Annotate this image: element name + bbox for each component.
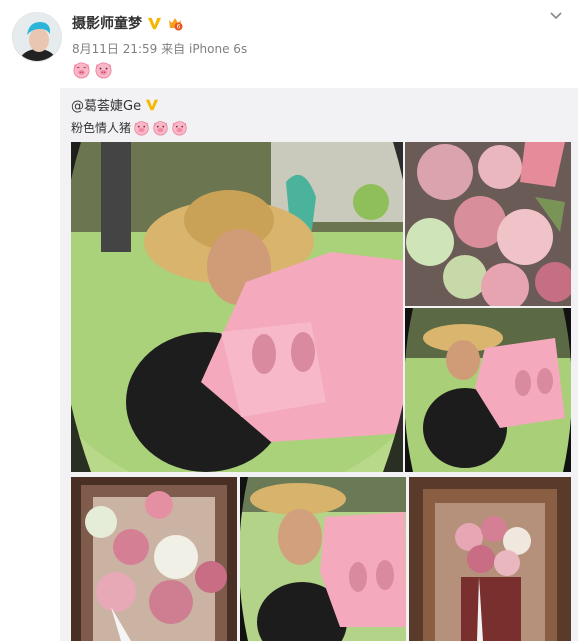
- pink-rose-bouquet-photo[interactable]: [405, 142, 571, 306]
- chevron-down-icon[interactable]: [548, 8, 564, 24]
- pig-face-smile-emoji-icon: [73, 62, 90, 79]
- framed-flower-display-photo[interactable]: [409, 477, 571, 641]
- author-avatar[interactable]: [12, 12, 62, 62]
- repost-text: 粉色情人猪: [71, 119, 188, 136]
- pig-face-emoji-icon: [134, 121, 149, 136]
- repost-author-row: @葛荟婕Ge: [71, 95, 159, 114]
- pig-face-emoji-icon: [95, 62, 112, 79]
- post-text: [72, 60, 113, 79]
- pig-face-emoji-icon: [172, 121, 187, 136]
- author-name[interactable]: 摄影师童梦: [72, 13, 142, 33]
- post-time[interactable]: 8月11日 21:59: [72, 42, 157, 56]
- post-meta: 8月11日 21:59 来自 iPhone 6s: [72, 40, 247, 57]
- repost-text-content: 粉色情人猪: [71, 121, 132, 135]
- repost-author[interactable]: @葛荟婕Ge: [71, 95, 141, 114]
- verified-badge-icon: [145, 99, 159, 110]
- member-level-icon[interactable]: 6: [167, 15, 183, 31]
- girl-pouting-pink-pig-photo[interactable]: [240, 477, 406, 641]
- bouquet-in-wooden-frame-photo[interactable]: [71, 477, 237, 641]
- post-source[interactable]: iPhone 6s: [189, 42, 247, 56]
- pig-face-emoji-icon: [153, 121, 168, 136]
- verified-badge-icon: [147, 17, 162, 29]
- svg-text:6: 6: [177, 24, 181, 31]
- source-prefix: 来自: [161, 42, 186, 56]
- girl-straw-hat-pink-pig-sculpture-photo[interactable]: [71, 142, 403, 472]
- girl-kneeling-by-pink-pig-photo[interactable]: [405, 308, 571, 472]
